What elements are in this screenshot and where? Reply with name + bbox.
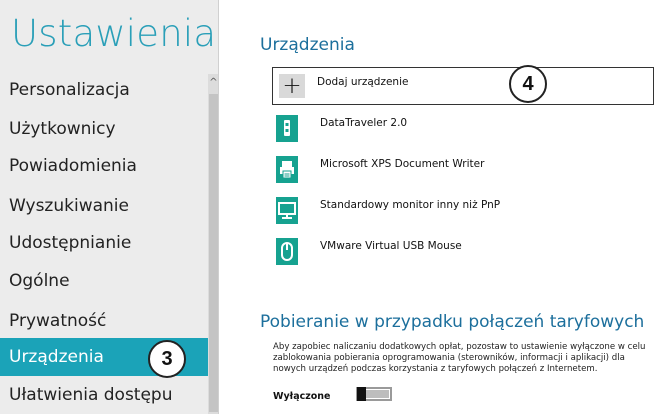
devices-section-title: Urządzenia (260, 35, 355, 55)
monitor-icon (276, 197, 298, 224)
nav-item-ogolne[interactable]: Ogólne (0, 262, 208, 300)
metered-download-toggle[interactable] (356, 387, 392, 401)
device-label: DataTraveler 2.0 (320, 117, 408, 129)
device-item-usb-mouse[interactable]: VMware Virtual USB Mouse (276, 236, 656, 272)
usb-drive-icon (276, 115, 298, 142)
nav-item-personalizacja[interactable]: Personalizacja (0, 71, 208, 109)
device-label: Microsoft XPS Document Writer (320, 158, 485, 170)
nav-item-udostepnianie[interactable]: Udostępnianie (0, 224, 208, 262)
add-device-button[interactable]: + Dodaj urządzenie (272, 67, 654, 105)
scrollbar-thumb[interactable] (209, 94, 218, 412)
toggle-track (365, 390, 389, 398)
nav-item-powiadomienia[interactable]: Powiadomienia (0, 147, 208, 185)
page-title: Ustawienia (11, 12, 217, 55)
step-4-callout: 4 (509, 65, 547, 103)
nav-item-ulatwienia-dostepu[interactable]: Ułatwienia dostępu (0, 376, 208, 414)
add-device-label: Dodaj urządzenie (317, 76, 409, 88)
printer-icon (276, 156, 298, 183)
device-item-xps-writer[interactable]: Microsoft XPS Document Writer (276, 154, 656, 190)
step-3-callout: 3 (148, 340, 186, 378)
metered-toggle-label: Wyłączone (273, 391, 331, 402)
device-item-datatraveler[interactable]: DataTraveler 2.0 (276, 113, 656, 149)
device-label: VMware Virtual USB Mouse (320, 240, 462, 252)
toggle-knob[interactable] (357, 387, 366, 401)
nav-item-uzytkownicy[interactable]: Użytkownicy (0, 110, 208, 148)
settings-nav-pane: Ustawienia Personalizacja Użytkownicy Po… (0, 0, 219, 414)
metered-description: Aby zapobiec naliczaniu dodatkowych opła… (273, 342, 646, 374)
nav-item-prywatnosc[interactable]: Prywatność (0, 302, 208, 340)
plus-icon: + (279, 74, 305, 98)
scroll-up-arrow-icon[interactable]: ^ (208, 76, 218, 90)
mouse-icon (276, 238, 298, 265)
device-label: Standardowy monitor inny niż PnP (320, 199, 501, 211)
metered-section-title: Pobieranie w przypadku połączeń taryfowy… (260, 312, 645, 332)
nav-scrollbar[interactable]: ^ (208, 74, 218, 414)
device-item-pnp-monitor[interactable]: Standardowy monitor inny niż PnP (276, 195, 656, 231)
nav-item-wyszukiwanie[interactable]: Wyszukiwanie (0, 187, 208, 225)
